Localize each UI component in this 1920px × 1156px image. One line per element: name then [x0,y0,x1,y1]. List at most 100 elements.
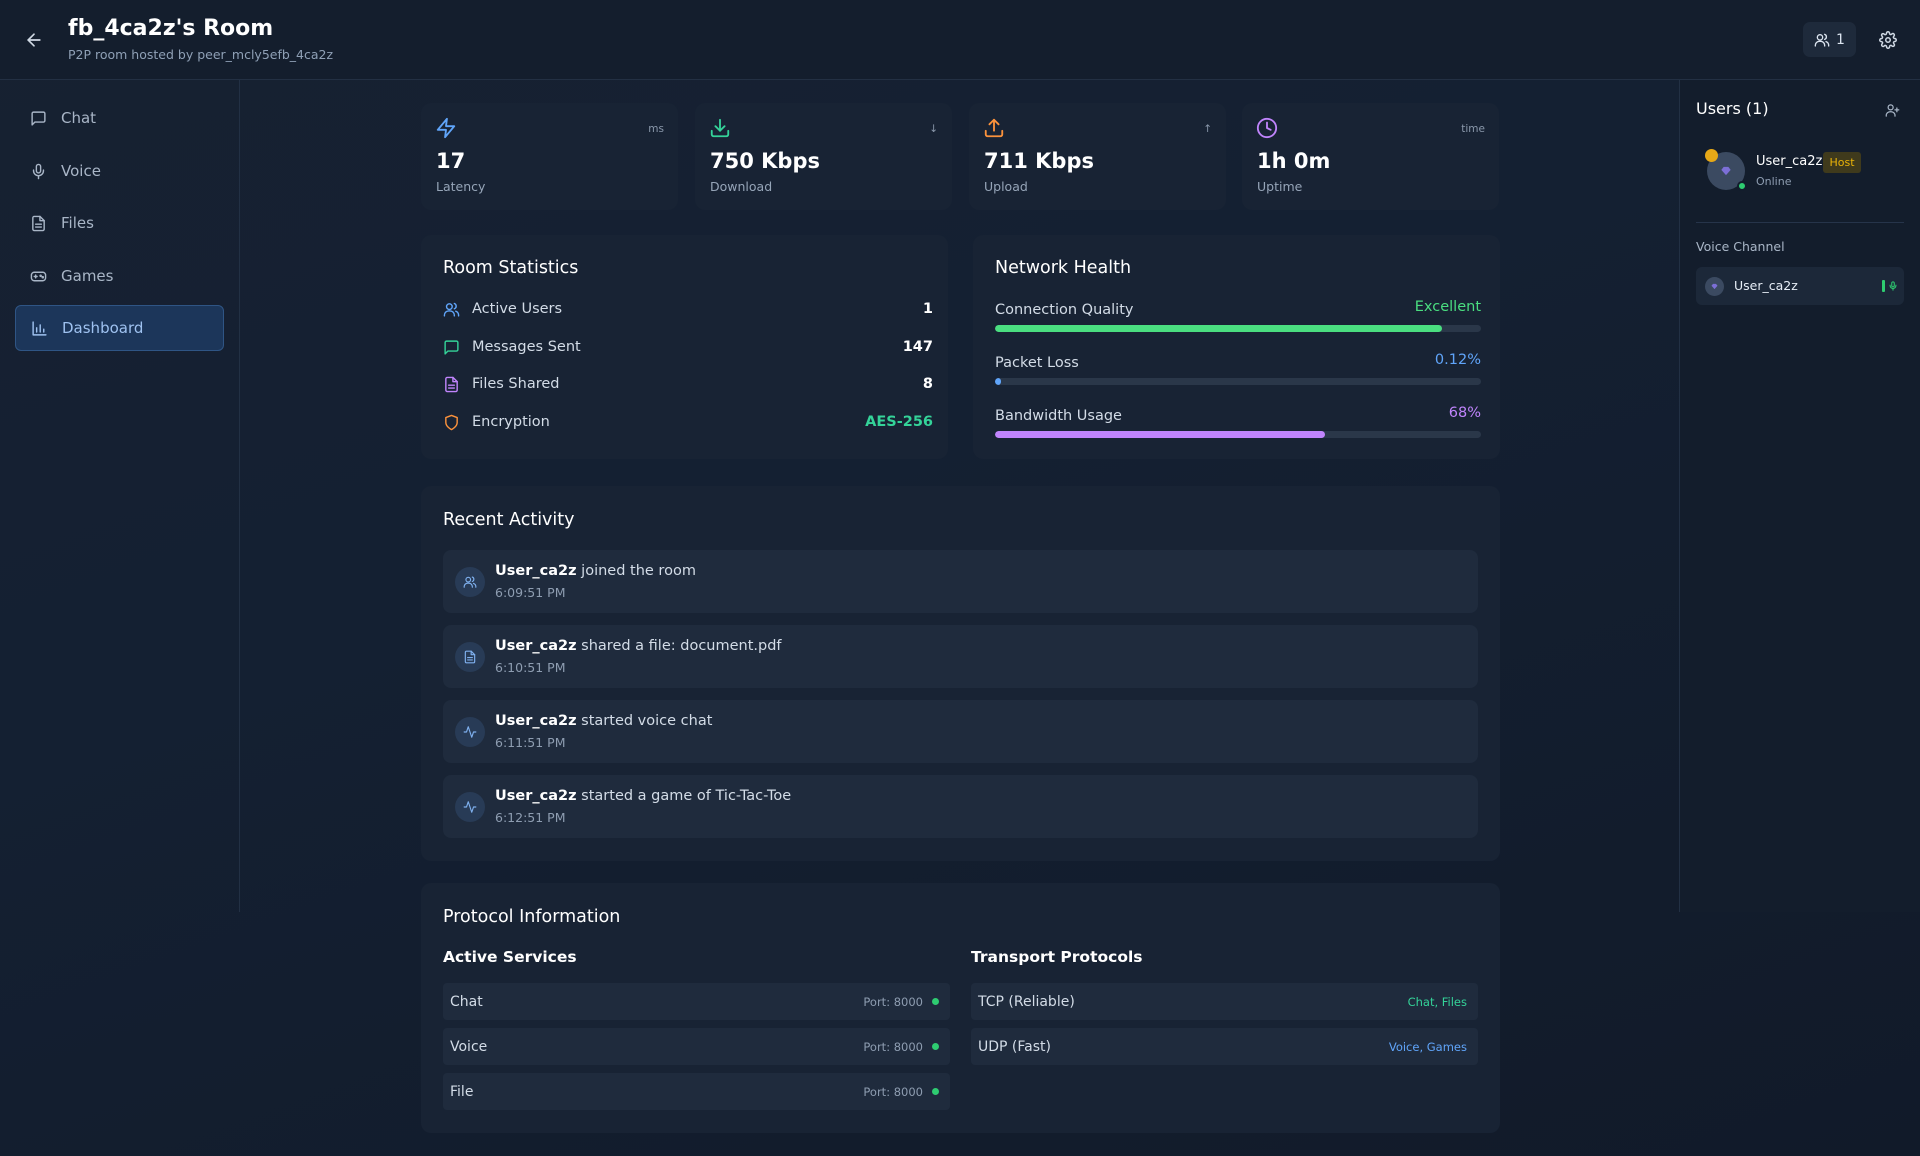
online-status-dot [1737,181,1747,191]
metric-card-uptime: time 1h 0m Uptime [1242,103,1499,210]
transport-row-udp: UDP (Fast) Voice, Games [971,1028,1478,1065]
activity-action: shared a file: document.pdf [581,638,782,654]
service-row-chat: Chat Port: 8000 [443,983,950,1020]
metric-value: 17 [436,149,466,173]
activity-user: User_ca2z [495,788,577,804]
health-value: 0.12% [1434,352,1481,368]
protocol-information-card: Protocol Information Active Services Cha… [421,883,1500,1133]
activity-action: started voice chat [581,713,713,729]
settings-button[interactable] [1872,24,1904,56]
metric-unit: ms [648,123,664,135]
service-port: Port: 8000 [863,1084,923,1099]
sidebar-item-label: Dashboard [62,319,144,337]
recent-activity-card: Recent Activity User_ca2z joined the roo… [421,486,1500,861]
stat-value: AES-256 [865,414,933,430]
transport-row-tcp: TCP (Reliable) Chat, Files [971,983,1478,1020]
users-icon [443,302,460,317]
status-dot [932,1088,939,1095]
metric-unit: ↑ [1203,123,1212,135]
sidebar: Chat Voice Files Games Dashboard [0,80,240,912]
stat-label: Files Shared [472,376,560,392]
service-name: Voice [450,1038,488,1055]
activity-text: User_ca2z started voice chat [495,713,712,729]
activity-time: 6:09:51 PM [495,585,566,600]
metric-value: 1h 0m [1257,149,1331,173]
service-port: Port: 8000 [863,994,923,1009]
room-statistics-card: Room Statistics Active Users 1 Messages … [421,235,948,459]
metric-card-download: ↓ 750 Kbps Download [695,103,952,210]
protocol-information-title: Protocol Information [443,907,621,927]
clock-icon [1256,117,1278,139]
activity-icon-wrap [455,642,485,672]
sidebar-item-voice[interactable]: Voice [15,148,224,194]
sidebar-item-chat[interactable]: Chat [15,95,224,141]
service-name: Chat [450,993,483,1010]
users-icon [1814,33,1830,47]
service-port: Port: 8000 [863,1039,923,1054]
activity-action: joined the room [581,563,696,579]
activity-item: User_ca2z started a game of Tic-Tac-Toe … [443,775,1478,838]
transport-tags: Chat, Files [1407,994,1467,1009]
room-subtitle: P2P room hosted by peer_mcly5efb_4ca2z [68,47,334,62]
health-value: 68% [1448,405,1481,421]
activity-time: 6:11:51 PM [495,735,566,750]
stat-row-encryption: Encryption AES-256 [443,410,933,434]
voice-channel-user[interactable]: User_ca2z [1696,267,1904,305]
activity-user: User_ca2z [495,563,577,579]
stat-label: Active Users [472,301,563,317]
user-plus-icon [1885,103,1899,117]
activity-icon-wrap [455,792,485,822]
progress-track [995,378,1481,385]
sidebar-item-games[interactable]: Games [15,253,224,299]
sidebar-item-files[interactable]: Files [15,200,224,246]
health-value: Excellent [1414,299,1481,315]
activity-time: 6:10:51 PM [495,660,566,675]
progress-track [995,325,1481,332]
avatar [1705,277,1724,296]
activity-icon [463,801,477,813]
mic-icon [1889,281,1897,291]
crown-icon [1705,149,1718,162]
voice-level-indicator [1882,280,1885,292]
service-row-voice: Voice Port: 8000 [443,1028,950,1065]
recent-activity-title: Recent Activity [443,510,575,530]
metric-label: Uptime [1257,179,1303,194]
health-label: Connection Quality [995,302,1134,318]
metric-card-upload: ↑ 711 Kbps Upload [969,103,1226,210]
activity-text: User_ca2z shared a file: document.pdf [495,638,782,654]
message-square-icon [444,339,459,355]
users-count-button[interactable]: 1 [1803,22,1856,57]
activity-item: User_ca2z started voice chat 6:11:51 PM [443,700,1478,763]
stat-value: 1 [922,301,933,317]
sidebar-item-label: Chat [61,109,97,127]
activity-text: User_ca2z joined the room [495,563,696,579]
activity-time: 6:12:51 PM [495,810,566,825]
stat-row-messages-sent: Messages Sent 147 [443,335,933,359]
network-health-card: Network Health Connection Quality Excell… [973,235,1500,459]
sidebar-item-dashboard[interactable]: Dashboard [15,305,224,351]
back-button[interactable] [18,24,50,56]
file-text-icon [445,376,458,392]
stat-row-active-users: Active Users 1 [443,297,933,321]
progress-track [995,431,1481,438]
transport-tags: Voice, Games [1388,1039,1467,1054]
service-name: File [450,1083,474,1100]
shield-icon [445,414,458,430]
sidebar-item-label: Games [61,267,114,285]
metric-unit: time [1461,123,1485,135]
activity-icon-wrap [455,567,485,597]
zap-icon [436,117,456,139]
status-dot [932,998,939,1005]
activity-icon-wrap [455,717,485,747]
transport-protocols-title: Transport Protocols [971,948,1143,966]
health-label: Bandwidth Usage [995,408,1122,424]
mic-icon [32,163,45,179]
activity-item: User_ca2z shared a file: document.pdf 6:… [443,625,1478,688]
user-name: User_ca2z [1756,154,1823,169]
progress-fill [995,325,1443,332]
gamepad-icon [30,271,47,281]
health-row-connection-quality: Connection Quality Excellent [995,299,1481,332]
health-row-packet-loss: Packet Loss 0.12% [995,352,1481,385]
add-user-button[interactable] [1882,100,1902,120]
activity-item: User_ca2z joined the room 6:09:51 PM [443,550,1478,613]
